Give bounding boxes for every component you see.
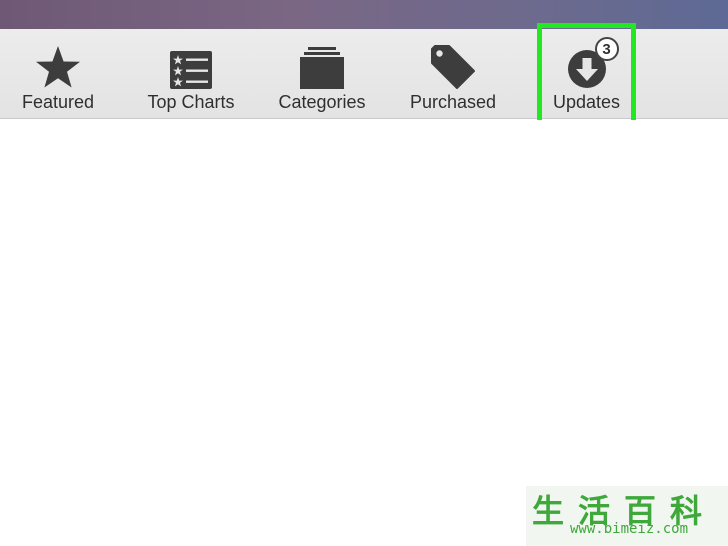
tab-purchased-label: Purchased: [409, 92, 497, 112]
desktop-background: [0, 0, 728, 29]
app-store-toolbar: Featured Top Charts Categories Purchased…: [0, 29, 728, 119]
main-content-area: [0, 120, 728, 546]
watermark-url: www.bimeiz.com: [570, 521, 689, 537]
tab-updates-label: Updates: [552, 92, 621, 112]
tab-top-charts-label: Top Charts: [147, 92, 235, 112]
update-count-badge: 3: [594, 37, 619, 61]
watermark: 生活百科 www.bimeiz.com: [526, 486, 728, 546]
tab-categories-label: Categories: [278, 92, 366, 112]
star-icon: [35, 43, 81, 89]
download-icon: 3: [567, 37, 619, 89]
tab-purchased[interactable]: Purchased: [400, 29, 506, 119]
list-icon: [170, 43, 212, 89]
tab-categories[interactable]: Categories: [268, 29, 376, 119]
tab-top-charts[interactable]: Top Charts: [138, 29, 244, 119]
tab-updates[interactable]: 3 Updates: [537, 29, 636, 119]
tag-icon: [430, 43, 476, 89]
tab-featured-label: Featured: [21, 92, 95, 112]
stack-icon: [300, 43, 344, 89]
tab-featured[interactable]: Featured: [8, 29, 108, 119]
